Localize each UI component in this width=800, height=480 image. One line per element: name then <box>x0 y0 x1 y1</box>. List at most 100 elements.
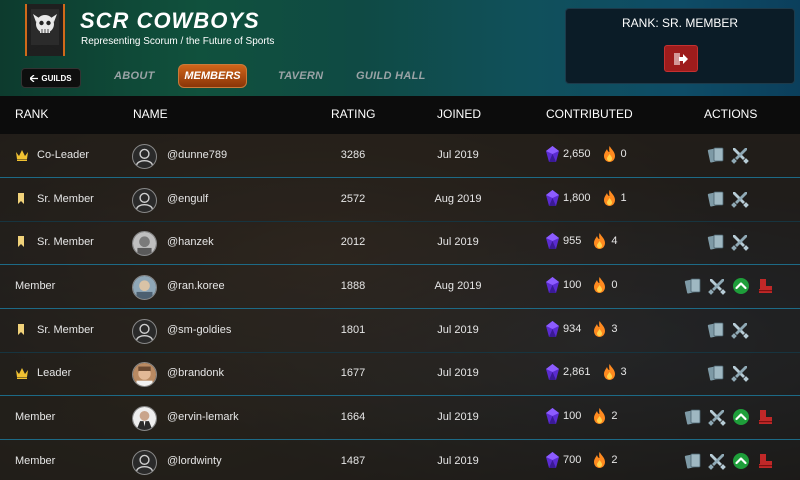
power-contributed: 3 <box>620 366 627 378</box>
member-name[interactable]: @dunne789 <box>167 149 227 161</box>
power-contributed: 2 <box>611 410 618 422</box>
member-name[interactable]: @brandonk <box>167 367 224 379</box>
promote-action-icon[interactable] <box>732 277 750 295</box>
member-row: Sr. Member @sm-goldies 1801 Jul 2019 934… <box>0 309 800 353</box>
member-joined: Jul 2019 <box>437 455 479 467</box>
gem-icon <box>546 364 559 380</box>
avatar <box>132 144 157 169</box>
member-row: Co-Leader @dunne789 3286 Jul 2019 2,650 … <box>0 134 800 178</box>
power-flame-icon <box>603 146 615 162</box>
swords-action-icon[interactable] <box>708 452 726 470</box>
member-name[interactable]: @ran.koree <box>167 280 225 292</box>
member-rank: Sr. Member <box>15 236 94 248</box>
leave-guild-button[interactable] <box>664 45 698 72</box>
member-rating: 3286 <box>340 149 366 161</box>
member-joined: Jul 2019 <box>437 411 479 423</box>
power-contributed: 1 <box>620 192 627 204</box>
header-rank: RANK <box>15 107 49 121</box>
swords-action-icon[interactable] <box>708 408 726 426</box>
cards-action-icon[interactable] <box>707 233 725 251</box>
cards-action-icon[interactable] <box>684 277 702 295</box>
power-flame-icon <box>594 277 606 293</box>
header-name: NAME <box>133 107 168 121</box>
member-rating: 2012 <box>340 236 366 248</box>
member-name[interactable]: @lordwinty <box>167 455 222 467</box>
member-name[interactable]: @sm-goldies <box>167 324 231 336</box>
member-rating: 1664 <box>340 411 366 423</box>
kick-action-icon[interactable] <box>756 408 774 426</box>
member-rank: Member <box>15 455 55 467</box>
kick-action-icon[interactable] <box>756 277 774 295</box>
member-contribution: 2,650 0 <box>546 146 627 162</box>
guild-name: SCR COWBOYS <box>80 8 260 33</box>
tab-tavern[interactable]: TAVERN <box>278 70 323 82</box>
my-rank-text: RANK: SR. MEMBER <box>621 16 738 30</box>
member-rank: Co-Leader <box>15 149 89 161</box>
member-contribution: 100 2 <box>546 408 617 424</box>
member-rank: Member <box>15 280 55 292</box>
member-rating: 1677 <box>340 367 366 379</box>
swords-action-icon[interactable] <box>731 146 749 164</box>
gems-contributed: 2,861 <box>563 366 591 378</box>
member-name[interactable]: @hanzek <box>167 236 214 248</box>
guild-subtitle: Representing Scorum / the Future of Spor… <box>81 36 275 47</box>
swords-action-icon[interactable] <box>731 233 749 251</box>
my-rank-panel: RANK: SR. MEMBER <box>565 8 795 84</box>
header-contributed: CONTRIBUTED <box>546 107 633 121</box>
gem-icon <box>546 408 559 424</box>
rank-label: Co-Leader <box>37 149 89 161</box>
avatar <box>132 450 157 475</box>
guild-banner-icon <box>25 4 65 56</box>
members-table-header: RANK NAME RATING JOINED CONTRIBUTED ACTI… <box>0 96 800 134</box>
gem-icon <box>546 233 559 249</box>
promote-action-icon[interactable] <box>732 452 750 470</box>
cards-action-icon[interactable] <box>684 408 702 426</box>
member-rating: 1888 <box>340 280 366 292</box>
avatar <box>132 188 157 213</box>
gems-contributed: 100 <box>563 279 582 291</box>
gems-contributed: 100 <box>563 410 582 422</box>
member-contribution: 100 0 <box>546 277 617 293</box>
cards-action-icon[interactable] <box>707 364 725 382</box>
avatar <box>132 275 157 300</box>
tab-about[interactable]: ABOUT <box>114 70 155 82</box>
cards-action-icon[interactable] <box>707 190 725 208</box>
member-actions <box>707 146 749 164</box>
swords-action-icon[interactable] <box>731 190 749 208</box>
gems-contributed: 2,650 <box>563 148 591 160</box>
power-flame-icon <box>594 408 606 424</box>
cards-action-icon[interactable] <box>707 321 725 339</box>
member-joined: Jul 2019 <box>437 149 479 161</box>
member-name[interactable]: @ervin-lemark <box>167 411 239 423</box>
bookmark-icon <box>15 236 29 248</box>
swords-action-icon[interactable] <box>731 364 749 382</box>
promote-action-icon[interactable] <box>732 408 750 426</box>
member-row: Member @ran.koree 1888 Aug 2019 100 0 <box>0 265 800 309</box>
gem-icon <box>546 277 559 293</box>
rank-label: Sr. Member <box>37 236 94 248</box>
power-contributed: 0 <box>611 279 618 291</box>
crown-icon <box>15 149 29 161</box>
header-joined: JOINED <box>437 107 482 121</box>
arrow-left-icon <box>30 74 39 82</box>
member-name[interactable]: @engulf <box>167 193 208 205</box>
power-contributed: 4 <box>611 235 618 247</box>
power-flame-icon <box>603 190 615 206</box>
cards-action-icon[interactable] <box>707 146 725 164</box>
kick-action-icon[interactable] <box>756 452 774 470</box>
cards-action-icon[interactable] <box>684 452 702 470</box>
swords-action-icon[interactable] <box>708 277 726 295</box>
power-contributed: 0 <box>620 148 627 160</box>
gem-icon <box>546 452 559 468</box>
tab-guild-hall[interactable]: GUILD HALL <box>356 70 426 82</box>
swords-action-icon[interactable] <box>731 321 749 339</box>
back-to-guilds-button[interactable]: GUILDS <box>21 68 81 88</box>
member-actions <box>684 452 774 470</box>
member-actions <box>707 233 749 251</box>
avatar <box>132 319 157 344</box>
member-rank: Sr. Member <box>15 324 94 336</box>
member-rank: Leader <box>15 367 71 379</box>
tab-members[interactable]: MEMBERS <box>178 64 247 88</box>
member-contribution: 934 3 <box>546 321 617 337</box>
member-joined: Jul 2019 <box>437 367 479 379</box>
